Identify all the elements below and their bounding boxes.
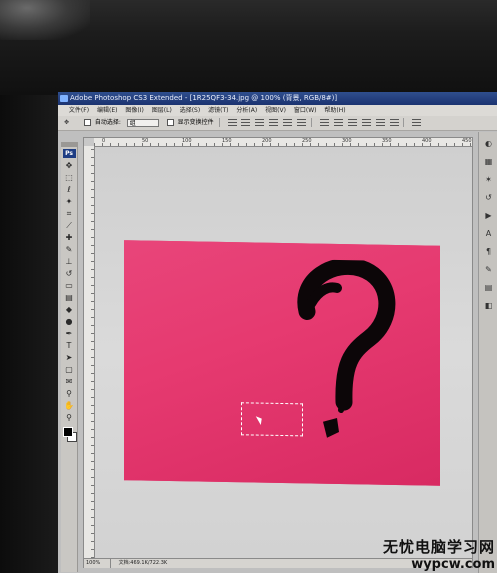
type-tool-icon[interactable]: T (64, 340, 75, 351)
watermark-text: 无忧电脑学习网 (382, 538, 495, 556)
ruler-tick-label: 0 (102, 138, 106, 144)
menu-bar: 文件(F) 编辑(E) 图像(I) 图层(L) 选择(S) 滤镜(T) 分析(A… (58, 105, 497, 116)
auto-select-checkbox[interactable] (83, 119, 91, 126)
hand-tool-icon[interactable]: ✋ (64, 400, 75, 411)
distribute-left-icon[interactable] (361, 119, 371, 126)
horizontal-ruler[interactable]: 0 50 100 150 200 250 300 350 400 450 (94, 138, 472, 147)
show-transform-checkbox[interactable] (166, 119, 174, 126)
marquee-tool-icon[interactable]: ⬚ (64, 172, 75, 183)
character-panel-icon[interactable]: A (484, 228, 494, 240)
slice-tool-icon[interactable]: ⟋ (64, 220, 75, 231)
image-canvas[interactable] (124, 240, 440, 486)
paragraph-panel-icon[interactable]: ¶ (484, 246, 494, 258)
menu-help[interactable]: 帮助(H) (321, 105, 348, 116)
ruler-tick-label: 100 (182, 138, 192, 144)
photoshop-logo[interactable]: Ps (62, 149, 76, 158)
ruler-tick-label: 50 (142, 138, 149, 144)
monitor-bezel-left (0, 95, 58, 573)
photoshop-window: Adobe Photoshop CS3 Extended - [1R25QF3-… (58, 92, 497, 573)
ruler-tick-label: 250 (302, 138, 312, 144)
swatches-panel-icon[interactable]: ▦ (484, 156, 494, 168)
distribute-bottom-icon[interactable] (347, 119, 357, 126)
align-hcenter-icon[interactable] (283, 119, 293, 126)
ruler-tick-label: 450 (462, 138, 472, 144)
align-top-icon[interactable] (227, 119, 237, 126)
menu-view[interactable]: 视图(V) (262, 105, 289, 116)
document-info: 文档:469.1K/722.3K (118, 560, 168, 566)
show-transform-label: 显示变换控件 (177, 119, 214, 126)
question-mark-artwork (297, 259, 396, 438)
panel-dock: ◐ ▦ ✶ ↺ ▶ A ¶ ✎ ▤ ◧ (478, 132, 497, 573)
window-title: Adobe Photoshop CS3 Extended - [1R25QF3-… (70, 94, 338, 102)
clone-stamp-tool-icon[interactable]: ⊥ (64, 256, 75, 267)
photoshop-app-icon (60, 95, 68, 102)
gradient-tool-icon[interactable]: ▤ (64, 292, 75, 303)
menu-analysis[interactable]: 分析(A) (233, 105, 260, 116)
options-bar: ✥ 自动选择: 组 显示变换控件 (58, 116, 497, 131)
menu-select[interactable]: 选择(S) (177, 105, 204, 116)
path-selection-tool-icon[interactable]: ➤ (64, 352, 75, 363)
align-left-icon[interactable] (269, 119, 279, 126)
actions-panel-icon[interactable]: ▶ (484, 210, 494, 222)
distribute-top-icon[interactable] (319, 119, 329, 126)
distribute-right-icon[interactable] (389, 119, 399, 126)
magic-wand-tool-icon[interactable]: ✦ (64, 196, 75, 207)
foreground-color-swatch[interactable] (63, 427, 73, 437)
ruler-tick-label: 200 (262, 138, 272, 144)
selection-marquee[interactable] (241, 402, 303, 437)
align-bottom-icon[interactable] (255, 119, 265, 126)
move-tool-preset-icon[interactable]: ✥ (64, 116, 76, 130)
lasso-tool-icon[interactable]: ℓ (64, 184, 75, 195)
menu-edit[interactable]: 编辑(E) (94, 105, 120, 116)
ruler-tick-label: 350 (382, 138, 392, 144)
ruler-tick-label: 150 (222, 138, 232, 144)
zoom-level[interactable]: 100% (84, 559, 111, 568)
light-glare (0, 0, 90, 40)
channels-panel-icon[interactable]: ◧ (484, 300, 494, 312)
distribute-vcenter-icon[interactable] (333, 119, 343, 126)
menu-image[interactable]: 图像(I) (122, 105, 146, 116)
auto-align-layers-icon[interactable] (412, 119, 422, 126)
healing-brush-tool-icon[interactable]: ✚ (64, 232, 75, 243)
layers-panel-icon[interactable]: ▤ (484, 282, 494, 294)
menu-layer[interactable]: 图层(L) (149, 105, 175, 116)
ruler-tick-label: 400 (422, 138, 432, 144)
dodge-tool-icon[interactable]: ● (64, 316, 75, 327)
auto-select-label: 自动选择: (94, 119, 121, 126)
vertical-ruler[interactable] (84, 146, 95, 558)
shape-tool-icon[interactable]: ▢ (64, 364, 75, 375)
ruler-tick-label: 300 (342, 138, 352, 144)
eraser-tool-icon[interactable]: ▭ (64, 280, 75, 291)
zoom-tool-icon[interactable]: ⚲ (64, 412, 75, 423)
pen-tool-icon[interactable]: ✒ (64, 328, 75, 339)
align-vcenter-icon[interactable] (241, 119, 251, 126)
room-background (0, 0, 497, 95)
site-watermark: 无忧电脑学习网 wypcw.com (376, 536, 497, 573)
document-window: 0 50 100 150 200 250 300 350 400 450 100% 文档:469.… (83, 137, 473, 568)
canvas-workspace[interactable] (95, 147, 472, 558)
styles-panel-icon[interactable]: ✶ (484, 174, 494, 186)
auto-select-dropdown[interactable]: 组 (126, 118, 159, 127)
tools-panel-grip[interactable] (61, 142, 77, 147)
menu-file[interactable]: 文件(F) (66, 105, 92, 116)
watermark-url: wypcw.com (411, 557, 495, 572)
history-brush-tool-icon[interactable]: ↺ (64, 268, 75, 279)
eyedropper-tool-icon[interactable]: ⚲ (64, 388, 75, 399)
align-right-icon[interactable] (297, 119, 307, 126)
blur-tool-icon[interactable]: ◆ (64, 304, 75, 315)
distribute-hcenter-icon[interactable] (375, 119, 385, 126)
title-bar: Adobe Photoshop CS3 Extended - [1R25QF3-… (58, 92, 497, 105)
crop-tool-icon[interactable]: ⌗ (64, 208, 75, 219)
color-swatches[interactable] (62, 426, 77, 442)
notes-tool-icon[interactable]: ✉ (64, 376, 75, 387)
color-panel-icon[interactable]: ◐ (484, 138, 494, 150)
brushes-panel-icon[interactable]: ✎ (484, 264, 494, 276)
menu-window[interactable]: 窗口(W) (291, 105, 320, 116)
brush-tool-icon[interactable]: ✎ (64, 244, 75, 255)
move-tool-icon[interactable]: ✥ (64, 160, 75, 171)
history-panel-icon[interactable]: ↺ (484, 192, 494, 204)
tools-panel: Ps ✥ ⬚ ℓ ✦ ⌗ ⟋ ✚ ✎ ⊥ ↺ ▭ ▤ ◆ ● ✒ T ➤ ▢ ✉ ⚲ ✋ ⚲ (61, 142, 78, 572)
menu-filter[interactable]: 滤镜(T) (205, 105, 231, 116)
